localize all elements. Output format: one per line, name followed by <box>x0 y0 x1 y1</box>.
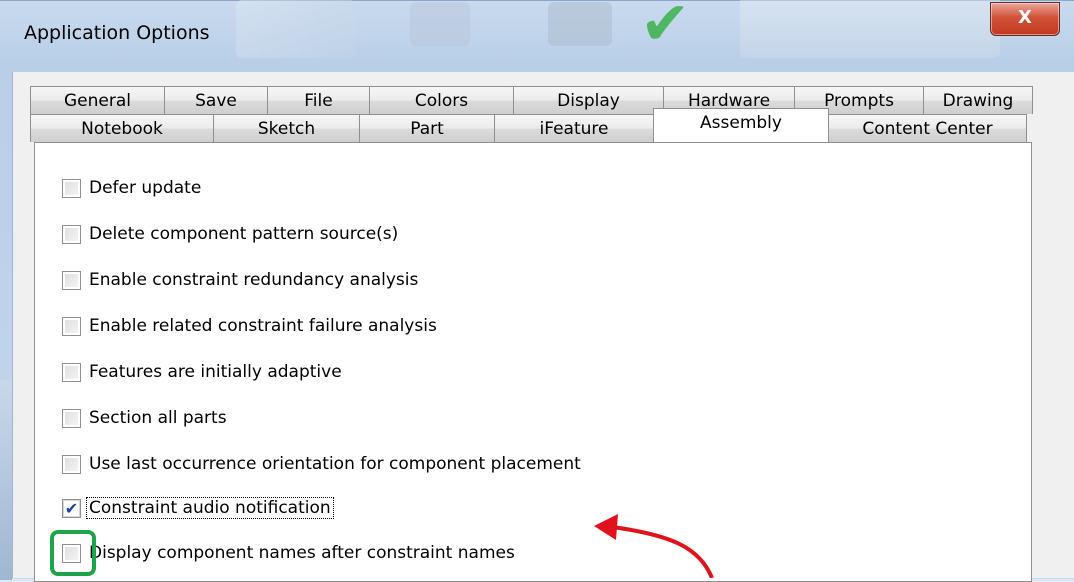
tab-assembly[interactable]: Assembly <box>653 108 829 142</box>
annotation-arrow <box>594 514 714 578</box>
arrow-line <box>611 525 714 578</box>
arrow-head <box>594 514 618 540</box>
